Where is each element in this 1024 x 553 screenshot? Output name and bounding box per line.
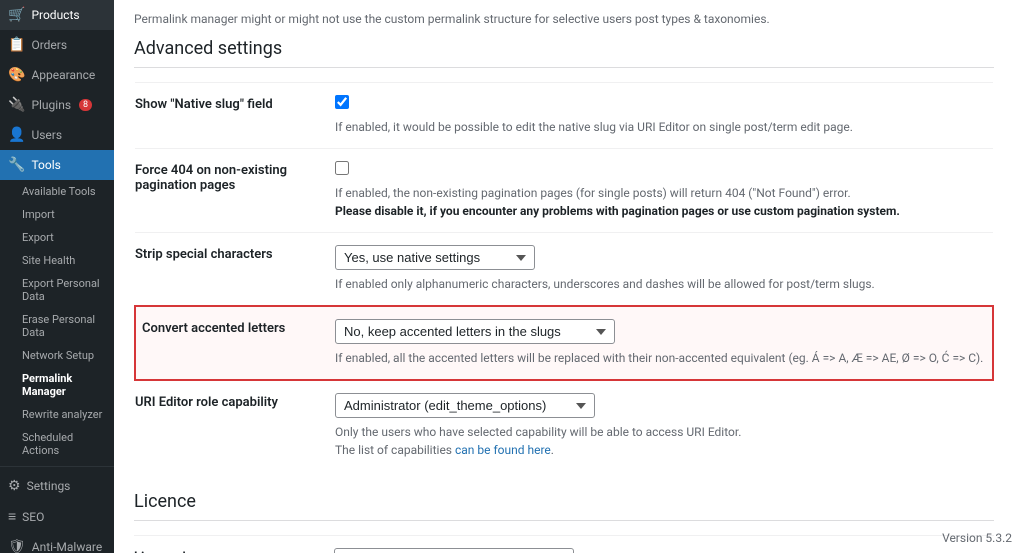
native-slug-checkbox[interactable] xyxy=(335,95,349,109)
orders-icon: 📋 xyxy=(8,37,25,53)
uri-editor-content: Administrator (edit_theme_options) Edito… xyxy=(335,380,993,471)
sidebar-sub-rewrite-analyzer[interactable]: Rewrite analyzer xyxy=(0,403,114,426)
table-row: Show "Native slug" field If enabled, it … xyxy=(135,83,993,149)
anti-malware-icon: 🛡 xyxy=(8,539,26,553)
table-row: Licence key The licence key allows you t… xyxy=(134,536,994,553)
settings-icon: ⚙ xyxy=(8,478,21,494)
sidebar-sub-site-health[interactable]: Site Health xyxy=(0,249,114,272)
convert-accented-content: No, keep accented letters in the slugs Y… xyxy=(335,306,993,380)
licence-table: Licence key The licence key allows you t… xyxy=(134,535,994,553)
convert-accented-label: Convert accented letters xyxy=(135,306,335,380)
sidebar-sub-export-personal-data[interactable]: Export Personal Data xyxy=(0,272,114,308)
sidebar: 🛒 Products 📋 Orders 🎨 Appearance 🔌 Plugi… xyxy=(0,0,114,553)
sidebar-item-products[interactable]: 🛒 Products xyxy=(0,0,114,30)
convert-accented-select[interactable]: No, keep accented letters in the slugs Y… xyxy=(335,319,615,344)
native-slug-label: Show "Native slug" field xyxy=(135,83,335,149)
table-row: Force 404 on non-existing pagination pag… xyxy=(135,149,993,233)
sidebar-sub-export[interactable]: Export xyxy=(0,226,114,249)
sidebar-item-anti-malware[interactable]: 🛡 Anti-Malware xyxy=(0,532,114,553)
native-slug-desc: If enabled, it would be possible to edit… xyxy=(335,118,993,136)
force-404-desc: If enabled, the non-existing pagination … xyxy=(335,184,993,220)
products-icon: 🛒 xyxy=(8,7,25,23)
main-content: Permalink manager might or might not use… xyxy=(114,0,1024,553)
sidebar-item-appearance[interactable]: 🎨 Appearance xyxy=(0,60,114,90)
intro-text: Permalink manager might or might not use… xyxy=(134,12,994,26)
version-text: Version 5.3.2 xyxy=(942,531,1012,545)
licence-key-input[interactable] xyxy=(334,548,574,553)
table-row: URI Editor role capability Administrator… xyxy=(135,380,993,471)
uri-editor-label: URI Editor role capability xyxy=(135,380,335,471)
table-row: Convert accented letters No, keep accent… xyxy=(135,306,993,380)
strip-special-label: Strip special characters xyxy=(135,233,335,307)
users-icon: 👤 xyxy=(8,127,25,143)
licence-title: Licence xyxy=(134,491,994,521)
sidebar-item-orders[interactable]: 📋 Orders xyxy=(0,30,114,60)
native-slug-content: If enabled, it would be possible to edit… xyxy=(335,83,993,149)
convert-accented-desc: If enabled, all the accented letters wil… xyxy=(335,349,992,367)
licence-key-label: Licence key xyxy=(134,536,334,553)
force-404-label: Force 404 on non-existing pagination pag… xyxy=(135,149,335,233)
uri-editor-select[interactable]: Administrator (edit_theme_options) Edito… xyxy=(335,393,595,418)
advanced-settings-title: Advanced settings xyxy=(134,38,994,68)
sidebar-sub-network-setup[interactable]: Network Setup xyxy=(0,344,114,367)
sidebar-sub-erase-personal-data[interactable]: Erase Personal Data xyxy=(0,308,114,344)
plugins-badge: 8 xyxy=(79,99,92,111)
sidebar-item-users[interactable]: 👤 Users xyxy=(0,120,114,150)
capabilities-link[interactable]: can be found here xyxy=(455,443,551,457)
table-row: Strip special characters Yes, use native… xyxy=(135,233,993,307)
force-404-content: If enabled, the non-existing pagination … xyxy=(335,149,993,233)
appearance-icon: 🎨 xyxy=(8,67,25,83)
sidebar-sub-available-tools[interactable]: Available Tools xyxy=(0,180,114,203)
sidebar-item-plugins[interactable]: 🔌 Plugins 8 xyxy=(0,90,114,120)
sidebar-item-tools[interactable]: 🔧 Tools xyxy=(0,150,114,180)
strip-special-desc: If enabled only alphanumeric characters,… xyxy=(335,275,993,293)
settings-table: Show "Native slug" field If enabled, it … xyxy=(134,82,994,471)
uri-editor-desc: Only the users who have selected capabil… xyxy=(335,423,993,459)
sidebar-item-settings[interactable]: ⚙ Settings xyxy=(0,471,114,501)
tools-icon: 🔧 xyxy=(8,157,25,173)
force-404-checkbox[interactable] xyxy=(335,161,349,175)
sidebar-sub-scheduled-actions[interactable]: Scheduled Actions xyxy=(0,426,114,462)
strip-special-select[interactable]: Yes, use native settings No Yes, use cus… xyxy=(335,245,535,270)
sidebar-sub-permalink-manager[interactable]: Permalink Manager xyxy=(0,367,114,403)
sidebar-sub-import[interactable]: Import xyxy=(0,203,114,226)
sidebar-item-seo[interactable]: ≡ SEO xyxy=(0,501,114,532)
plugins-icon: 🔌 xyxy=(8,97,25,113)
licence-key-content: The licence key allows you to access all… xyxy=(334,536,994,553)
seo-icon: ≡ xyxy=(8,508,16,525)
strip-special-content: Yes, use native settings No Yes, use cus… xyxy=(335,233,993,307)
